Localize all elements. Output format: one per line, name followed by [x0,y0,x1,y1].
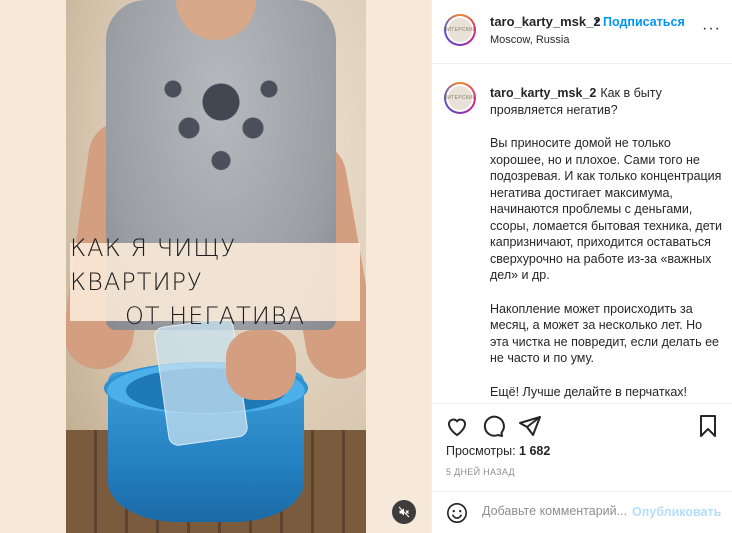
bookmark-icon[interactable] [696,414,720,438]
overlay-line-2: от негатива [124,302,306,330]
location-link[interactable]: Moscow, Russia [490,34,569,46]
caption-avatar[interactable]: ПИТЕРСКИЕ [444,82,476,114]
views-label: Просмотры: [446,444,516,458]
overlay-line-1: Как я чищу квартиру [70,234,237,296]
share-icon[interactable] [518,414,542,438]
caption-username[interactable]: taro_karty_msk_2 [490,86,596,100]
avatar[interactable]: ПИТЕРСКИЕ [444,14,476,46]
views-number: 1 682 [519,444,551,458]
speaker-muted-icon [398,506,410,518]
views-count[interactable]: Просмотры: 1 682 [446,444,550,458]
heart-icon[interactable] [445,414,469,438]
comment-icon[interactable] [481,414,505,438]
avatar-logo-text: ПИТЕРСКИЕ [443,27,477,33]
video-title-overlay: Как я чищу квартиру от негатива [70,234,360,330]
post-header: ПИТЕРСКИЕ taro_karty_msk_2 • Подписаться… [432,0,732,64]
post-sidebar: ПИТЕРСКИЕ taro_karty_msk_2 • Подписаться… [431,0,732,533]
header-username[interactable]: taro_karty_msk_2 [490,14,601,29]
action-bar: Просмотры: 1 682 5 дней назад Опубликова… [432,403,732,533]
caption-paragraph-1: Вы приносите домой не только хорошее, но… [490,136,722,282]
caption-text: taro_karty_msk_2 Как в быту проявляется н… [490,85,722,403]
caption-avatar-logo-text: ПИТЕРСКИЕ [443,95,477,101]
mute-button[interactable] [392,500,416,524]
caption-paragraph-2: Накопление может происходить за месяц, а… [490,301,719,366]
post-date[interactable]: 5 дней назад [446,467,515,477]
caption-paragraph-3: Ещё! Лучше делайте в перчатках! [490,384,687,399]
comments-section[interactable]: ПИТЕРСКИЕ taro_karty_msk_2 Как в быту про… [432,65,732,403]
more-options-icon[interactable]: ··· [702,20,721,38]
video-hand [226,330,296,400]
shirt-pattern [141,50,301,180]
publish-button[interactable]: Опубликовать [632,505,721,519]
add-comment-bar: Опубликовать [432,491,732,533]
separator-dot: • [595,13,600,28]
post-media[interactable]: Как я чищу квартиру от негатива [0,0,431,533]
follow-button[interactable]: Подписаться [603,15,685,29]
emoji-icon[interactable] [446,502,468,524]
comment-input[interactable] [482,504,632,518]
